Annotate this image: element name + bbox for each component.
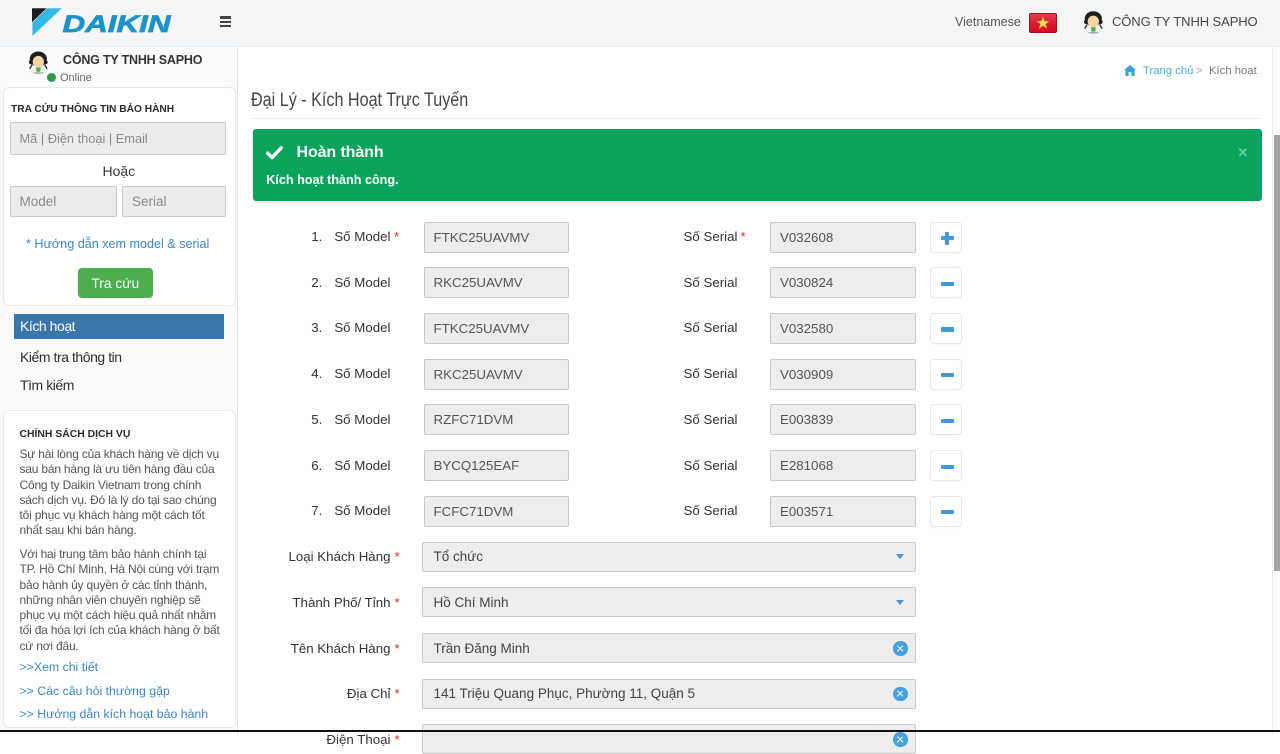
svg-text:DAIKIN: DAIKIN <box>63 10 173 37</box>
